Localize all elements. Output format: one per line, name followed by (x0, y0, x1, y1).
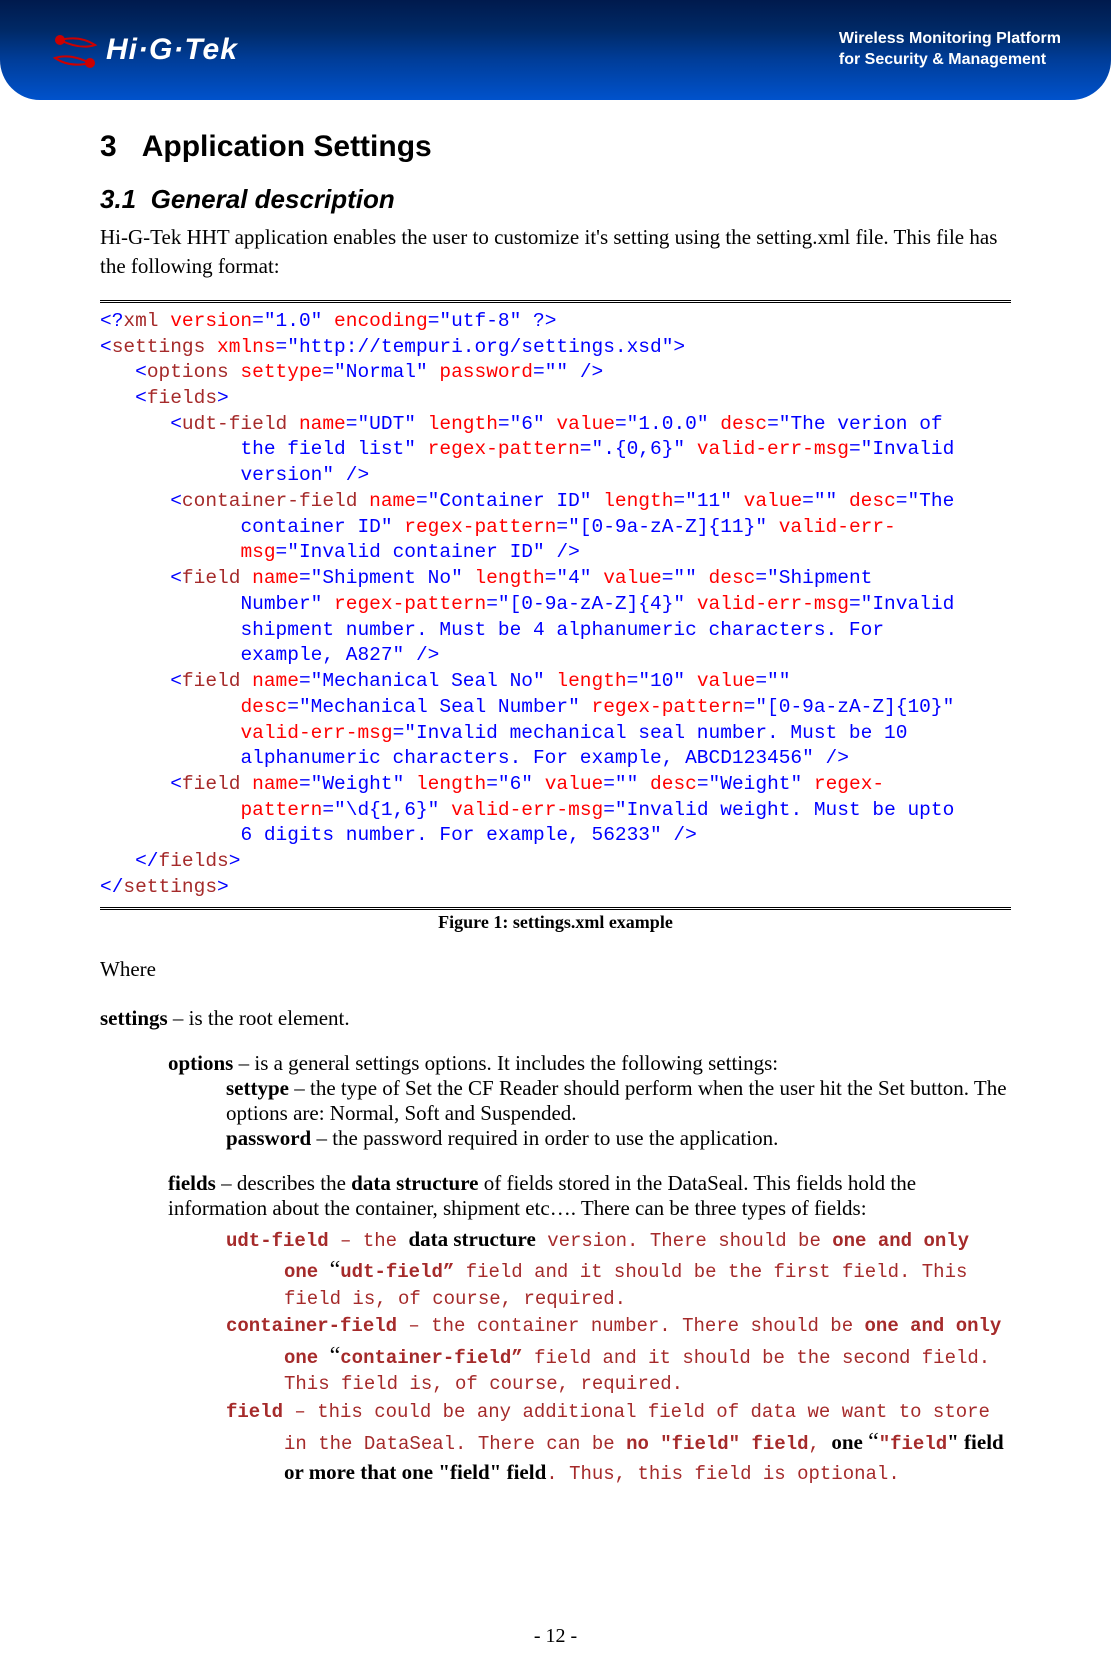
subsection-title: General description (151, 184, 395, 214)
section-number: 3 (100, 130, 117, 163)
where-label: Where (100, 957, 1011, 982)
intro-paragraph: Hi-G-Tek HHT application enables the use… (100, 223, 1011, 282)
logo-text: Hi·G·Tek (106, 33, 238, 67)
def-options: options – is a general settings options.… (168, 1051, 1011, 1151)
subsection-number: 3.1 (100, 184, 136, 214)
tagline-line2: for Security & Management (839, 50, 1061, 71)
page-number: - 12 - (0, 1625, 1111, 1648)
logo-icon (50, 25, 100, 75)
def-container-field: container-field – the container number. … (226, 1314, 1011, 1398)
def-field: field – this could be any additional fie… (226, 1400, 1011, 1488)
tagline: Wireless Monitoring Platform for Securit… (839, 29, 1061, 71)
figure-caption: Figure 1: settings.xml example (100, 912, 1011, 933)
section-title: Application Settings (142, 130, 432, 163)
section-heading: 3 Application Settings (100, 130, 1011, 164)
xml-code-block: <?xml version="1.0" encoding="utf-8" ?> … (100, 300, 1011, 910)
def-fields: fields – describes the data structure of… (168, 1171, 1011, 1221)
page-content: 3 Application Settings 3.1 General descr… (0, 100, 1111, 1488)
def-udt-field: udt-field – the data structure version. … (226, 1225, 1011, 1313)
subsection-heading: 3.1 General description (100, 184, 1011, 215)
def-settings: settings – is the root element. (100, 1006, 1011, 1031)
logo: Hi·G·Tek (50, 25, 238, 75)
tagline-line1: Wireless Monitoring Platform (839, 29, 1061, 50)
page-header: Hi·G·Tek Wireless Monitoring Platform fo… (0, 0, 1111, 100)
